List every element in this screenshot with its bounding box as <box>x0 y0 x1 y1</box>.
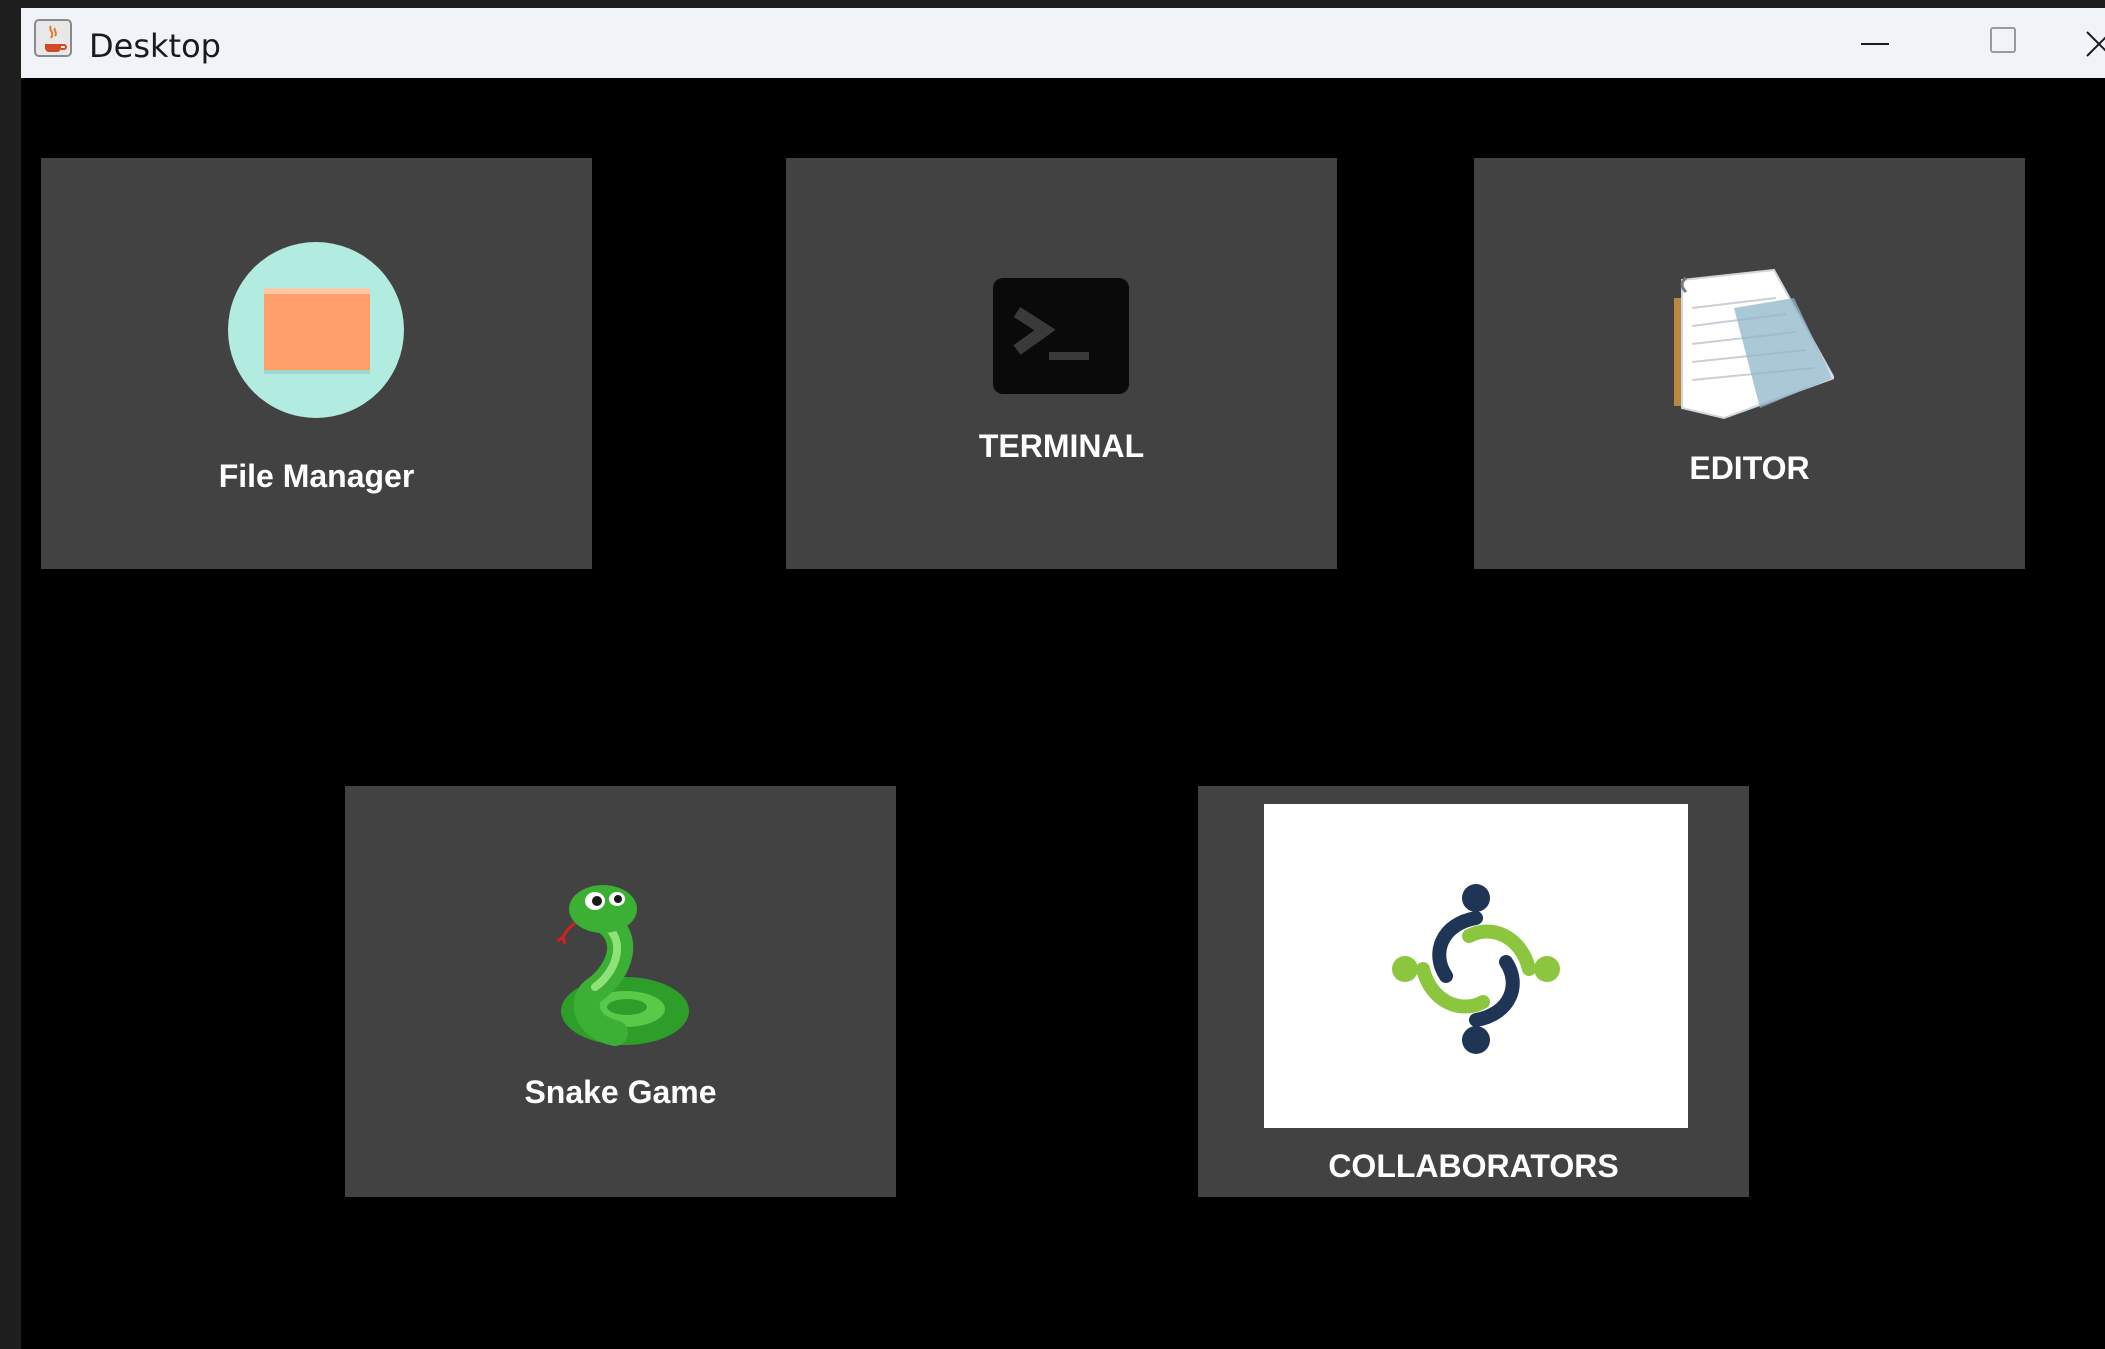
snake-icon <box>556 885 689 1046</box>
minimize-button[interactable] <box>1821 8 1931 78</box>
collaborators-icon <box>1392 884 1560 1054</box>
desktop-window: Desktop File Manager TERMINAL EDITOR Sna… <box>21 8 2105 1349</box>
collaborators-logo-card <box>1264 804 1688 1128</box>
app-tile-file-manager[interactable]: File Manager <box>41 158 592 569</box>
app-label: Snake Game <box>524 1074 717 1110</box>
app-tile-terminal[interactable]: TERMINAL <box>786 158 1337 569</box>
title-bar[interactable]: Desktop <box>21 8 2105 78</box>
app-tile-editor[interactable]: EDITOR <box>1474 158 2025 569</box>
app-label: EDITOR <box>1689 450 1810 486</box>
minimize-icon <box>1861 43 1889 45</box>
terminal-icon <box>993 278 1129 394</box>
window-title: Desktop <box>89 27 221 65</box>
app-label: COLLABORATORS <box>1328 1148 1619 1184</box>
app-label: TERMINAL <box>978 428 1145 464</box>
notepad-icon <box>1674 268 1834 420</box>
maximize-icon <box>1990 27 2016 53</box>
close-button[interactable] <box>2061 8 2105 78</box>
maximize-button[interactable] <box>1949 8 2059 78</box>
app-tile-snake-game[interactable]: Snake Game <box>345 786 896 1197</box>
close-icon <box>2086 31 2105 57</box>
java-app-icon <box>34 19 72 57</box>
app-label: File Manager <box>218 458 415 494</box>
folder-icon <box>228 242 404 418</box>
app-tile-collaborators[interactable]: COLLABORATORS <box>1198 786 1749 1197</box>
